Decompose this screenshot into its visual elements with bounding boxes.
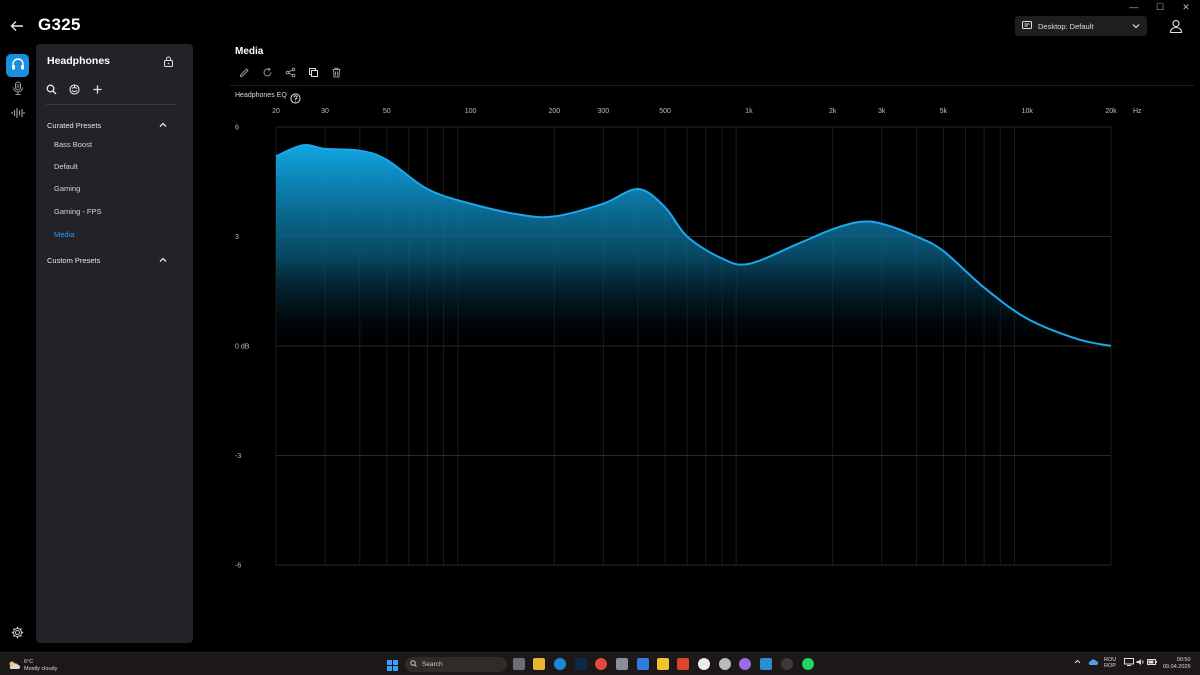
app-icon[interactable]: [616, 658, 628, 670]
x-tick-label: 300: [598, 108, 610, 115]
x-tick-label: 20: [272, 108, 280, 115]
clock-time: 00:50: [1176, 657, 1191, 663]
taskbar: 6°C Mostly cloudy Search ROU ROP 00:50 0…: [0, 652, 1200, 675]
language-indicator[interactable]: ROU ROP: [1104, 657, 1116, 669]
gear-icon[interactable]: [11, 626, 24, 639]
taskbar-clock[interactable]: 00:50 09.04.2026: [1163, 657, 1191, 671]
x-tick-label: 50: [383, 108, 391, 115]
battery-icon[interactable]: [1147, 659, 1157, 667]
chevron-up-icon[interactable]: [1074, 659, 1081, 666]
volume-icon[interactable]: [1136, 658, 1145, 668]
chat-icon[interactable]: [698, 658, 710, 670]
app-icon[interactable]: [760, 658, 772, 670]
x-tick-label: 200: [548, 108, 560, 115]
edge-icon[interactable]: [554, 658, 566, 670]
cloud-icon[interactable]: [1088, 658, 1098, 668]
x-tick-label: 10k: [1022, 108, 1034, 115]
chatgpt-icon[interactable]: [719, 658, 731, 670]
windows-start-icon[interactable]: [387, 658, 398, 671]
x-tick-label: 2k: [829, 108, 837, 115]
game-icon[interactable]: [677, 658, 689, 670]
x-tick-label: 30: [321, 108, 329, 115]
logitech-ghub-icon[interactable]: [781, 658, 793, 670]
spotify-icon[interactable]: [802, 658, 814, 670]
language-line2: ROP: [1104, 663, 1116, 669]
chrome-icon[interactable]: [595, 658, 607, 670]
x-tick-label: 1k: [745, 108, 753, 115]
weather-widget[interactable]: 6°C Mostly cloudy: [8, 657, 57, 675]
clock-date: 09.04.2026: [1163, 664, 1191, 670]
photoshop-icon[interactable]: [575, 658, 587, 670]
x-tick-label: 500: [659, 108, 671, 115]
search-placeholder: Search: [422, 661, 443, 668]
x-tick-label: 3k: [878, 108, 886, 115]
y-tick-label: -3: [235, 453, 241, 460]
copilot-icon[interactable]: [739, 658, 751, 670]
weather-temp: 6°C: [24, 659, 34, 665]
task-view-icon[interactable]: [513, 658, 525, 670]
x-tick-label: 5k: [940, 108, 948, 115]
x-unit-label: Hz: [1133, 108, 1142, 115]
taskbar-search[interactable]: Search: [405, 657, 507, 672]
file-explorer-icon[interactable]: [533, 658, 545, 670]
eq-chart[interactable]: 6 3 0 dB -3 -6 20 30 50 100 200 300 500 1k 2k 3k 5k 10k 2…: [0, 0, 1200, 600]
y-tick-label: 3: [235, 234, 239, 241]
x-tick-label: 100: [465, 108, 477, 115]
y-tick-label: 0 dB: [235, 344, 250, 351]
y-tick-label: 6: [235, 125, 239, 132]
eq-area-fill: [276, 145, 1111, 346]
network-icon[interactable]: [1124, 658, 1134, 668]
cloud-sun-icon: [8, 657, 20, 675]
search-icon: [410, 660, 417, 669]
y-tick-label: -6: [235, 563, 241, 570]
x-tick-label: 20k: [1105, 108, 1117, 115]
notes-icon[interactable]: [657, 658, 669, 670]
messenger-icon[interactable]: [637, 658, 649, 670]
weather-desc: Mostly cloudy: [24, 666, 58, 672]
